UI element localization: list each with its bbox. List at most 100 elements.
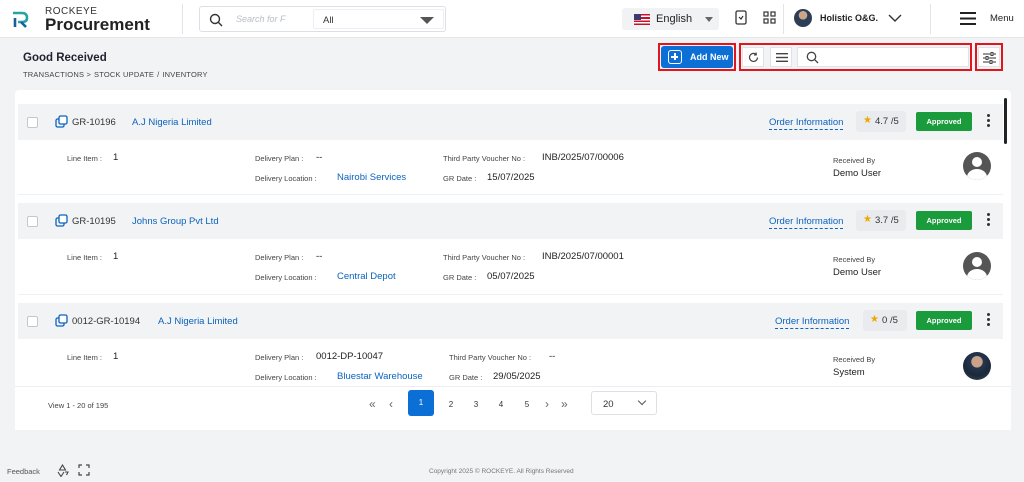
rating-badge: ★ 4.7 /5 xyxy=(856,111,906,132)
first-page-icon[interactable]: « xyxy=(369,397,376,411)
gr-number[interactable]: GR-10195 xyxy=(72,216,116,227)
gr-date-label: GR Date : xyxy=(449,373,483,382)
user-avatar xyxy=(963,352,991,380)
order-information-link[interactable]: Order Information xyxy=(775,316,850,329)
copyright-text: Copyright 2025 © ROCKEYE. All Rights Res… xyxy=(429,468,574,475)
scrollbar-thumb[interactable] xyxy=(1004,98,1007,144)
delivery-plan-label: Delivery Plan : xyxy=(255,253,304,262)
breadcrumb-item[interactable]: INVENTORY xyxy=(162,70,207,79)
voucher-label: Third Party Voucher No : xyxy=(443,253,526,262)
breadcrumb: TRANSACTIONS > STOCK UPDATE / INVENTORY xyxy=(23,70,211,79)
last-page-icon[interactable]: » xyxy=(561,397,568,411)
delivery-location-value[interactable]: Central Depot xyxy=(337,271,396,282)
more-options-icon[interactable] xyxy=(987,213,991,227)
rating-value: 0 xyxy=(882,315,888,326)
gr-date-value: 05/07/2025 xyxy=(487,271,535,282)
page-4[interactable]: 4 xyxy=(491,400,511,409)
copy-icon[interactable] xyxy=(55,115,68,128)
user-avatar xyxy=(963,152,991,180)
page-title: Good Received xyxy=(23,52,107,64)
us-flag-icon xyxy=(634,14,650,25)
line-item-value: 1 xyxy=(113,152,119,163)
global-search[interactable]: Search for F All xyxy=(199,6,446,32)
chevron-down-icon xyxy=(637,396,647,406)
view-range: View 1 - 20 of 195 xyxy=(48,401,109,410)
highlight-box xyxy=(658,43,736,71)
fullscreen-icon[interactable] xyxy=(78,464,90,476)
copy-icon[interactable] xyxy=(55,314,68,327)
rating-suffix: /5 xyxy=(890,215,899,226)
vendor-link[interactable]: A.J Nigeria Limited xyxy=(132,117,212,128)
more-options-icon[interactable] xyxy=(987,313,991,327)
voucher-value: INB/2025/07/00006 xyxy=(542,152,624,163)
voucher-label: Third Party Voucher No : xyxy=(443,154,526,163)
gr-date-label: GR Date : xyxy=(443,174,477,183)
rating-badge: ★ 0 /5 xyxy=(863,310,907,331)
row-checkbox[interactable] xyxy=(27,316,38,327)
order-information-link[interactable]: Order Information xyxy=(769,117,844,130)
search-placeholder[interactable]: Search for F xyxy=(236,14,286,24)
menu-label[interactable]: Menu xyxy=(990,13,1014,24)
feedback-link[interactable]: Feedback xyxy=(7,467,40,476)
chevron-down-icon[interactable] xyxy=(888,14,902,23)
recycle-icon[interactable] xyxy=(56,464,69,477)
breadcrumb-separator: / xyxy=(157,70,160,79)
vendor-link[interactable]: Johns Group Pvt Ltd xyxy=(132,216,219,227)
search-scope-select[interactable]: All xyxy=(313,9,444,29)
caret-down-icon xyxy=(705,17,713,22)
copy-icon[interactable] xyxy=(55,214,68,227)
top-bar: ROCKEYE Procurement Search for F All Eng… xyxy=(0,0,1024,38)
received-by-value: System xyxy=(833,367,865,378)
rating-suffix: /5 xyxy=(889,315,898,326)
delivery-plan-value: -- xyxy=(316,152,323,163)
language-value: English xyxy=(656,13,693,25)
delivery-location-value[interactable]: Bluestar Warehouse xyxy=(337,371,423,382)
rating-badge: ★ 3.7 /5 xyxy=(856,210,906,231)
delivery-location-label: Delivery Location : xyxy=(255,273,317,282)
caret-down-icon xyxy=(420,17,434,24)
received-by-value: Demo User xyxy=(833,267,882,278)
page-3[interactable]: 3 xyxy=(466,400,486,409)
line-item-label: Line Item : xyxy=(67,353,103,362)
breadcrumb-item[interactable]: STOCK UPDATE xyxy=(94,70,154,79)
record-header: GR-10195 Johns Group Pvt Ltd Order Infor… xyxy=(18,203,1003,239)
gr-number[interactable]: 0012-GR-10194 xyxy=(72,316,140,327)
highlight-box xyxy=(739,43,972,71)
order-information-link[interactable]: Order Information xyxy=(769,216,844,229)
status-badge: Approved xyxy=(916,112,972,131)
user-name[interactable]: Holistic O&G. xyxy=(820,13,878,23)
gr-date-value: 29/05/2025 xyxy=(493,371,541,382)
user-avatar[interactable] xyxy=(794,9,812,27)
gr-number[interactable]: GR-10196 xyxy=(72,117,116,128)
row-checkbox[interactable] xyxy=(27,216,38,227)
page-2[interactable]: 2 xyxy=(441,400,461,409)
page-size-select[interactable]: 20 xyxy=(591,391,657,415)
prev-page-icon[interactable]: ‹ xyxy=(389,397,393,411)
divider xyxy=(18,194,1003,195)
page-5[interactable]: 5 xyxy=(517,400,537,409)
line-item-value: 1 xyxy=(113,351,119,362)
delivery-location-value[interactable]: Nairobi Services xyxy=(337,172,406,183)
language-select[interactable]: English xyxy=(622,8,719,30)
record-header: 0012-GR-10194 A.J Nigeria Limited Order … xyxy=(18,303,1003,339)
highlight-box xyxy=(975,43,1003,71)
bookmark-icon[interactable] xyxy=(735,10,747,26)
received-by-value: Demo User xyxy=(833,168,882,179)
delivery-plan-label: Delivery Plan : xyxy=(255,353,304,362)
record-header: GR-10196 A.J Nigeria Limited Order Infor… xyxy=(18,104,1003,140)
delivery-plan-label: Delivery Plan : xyxy=(255,154,304,163)
page-size-value: 20 xyxy=(603,399,614,410)
status-badge: Approved xyxy=(916,311,972,330)
star-icon: ★ xyxy=(870,314,879,325)
hamburger-icon[interactable] xyxy=(960,12,976,25)
vendor-link[interactable]: A.J Nigeria Limited xyxy=(158,316,238,327)
more-options-icon[interactable] xyxy=(987,114,991,128)
next-page-icon[interactable]: › xyxy=(545,397,549,411)
rockeye-logo-icon xyxy=(13,11,29,28)
search-icon xyxy=(209,13,223,27)
row-checkbox[interactable] xyxy=(27,117,38,128)
apps-grid-icon[interactable] xyxy=(763,11,776,24)
breadcrumb-item[interactable]: TRANSACTIONS > xyxy=(23,70,91,79)
received-by-label: Received By xyxy=(833,255,876,264)
page-1[interactable]: 1 xyxy=(408,390,434,416)
